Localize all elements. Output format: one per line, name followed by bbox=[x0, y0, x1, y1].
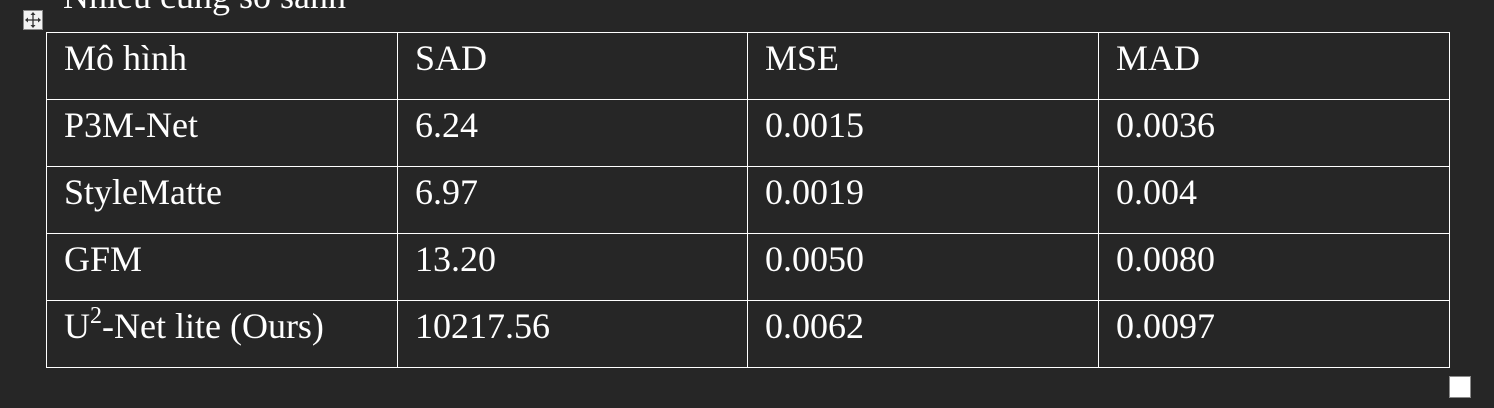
header-cell-sad[interactable]: SAD bbox=[397, 32, 748, 100]
table-row: P3M-Net 6.24 0.0015 0.0036 bbox=[46, 99, 1450, 167]
cell-mad[interactable]: 0.0080 bbox=[1098, 233, 1450, 301]
cell-model[interactable]: P3M-Net bbox=[46, 99, 398, 167]
header-cell-mad[interactable]: MAD bbox=[1098, 32, 1450, 100]
table-row: StyleMatte 6.97 0.0019 0.004 bbox=[46, 166, 1450, 234]
header-cell-model[interactable]: Mô hình bbox=[46, 32, 398, 100]
cell-mse[interactable]: 0.0050 bbox=[747, 233, 1099, 301]
model-superscript: 2 bbox=[90, 303, 102, 329]
cell-mad[interactable]: 0.0036 bbox=[1098, 99, 1450, 167]
table-resize-handle-icon[interactable] bbox=[1449, 376, 1471, 398]
move-arrows-icon bbox=[25, 12, 41, 28]
cell-mad[interactable]: 0.0097 bbox=[1098, 300, 1450, 368]
cell-sad[interactable]: 10217.56 bbox=[397, 300, 748, 368]
table-header-row: Mô hình SAD MSE MAD bbox=[46, 32, 1450, 100]
cell-mse[interactable]: 0.0015 bbox=[747, 99, 1099, 167]
table-move-handle-icon[interactable] bbox=[23, 10, 43, 30]
model-suffix: -Net lite (Ours) bbox=[102, 306, 324, 346]
model-prefix: U bbox=[64, 306, 90, 346]
caption-fragment: Nhiễu cũng số sánh bbox=[63, 0, 346, 14]
cell-mse[interactable]: 0.0062 bbox=[747, 300, 1099, 368]
cell-sad[interactable]: 6.24 bbox=[397, 99, 748, 167]
cell-model[interactable]: GFM bbox=[46, 233, 398, 301]
table-row: U2-Net lite (Ours) 10217.56 0.0062 0.009… bbox=[46, 300, 1450, 368]
cell-model[interactable]: StyleMatte bbox=[46, 166, 398, 234]
cell-sad[interactable]: 6.97 bbox=[397, 166, 748, 234]
cell-sad[interactable]: 13.20 bbox=[397, 233, 748, 301]
cell-mse[interactable]: 0.0019 bbox=[747, 166, 1099, 234]
comparison-table: Mô hình SAD MSE MAD P3M-Net 6.24 0.0015 … bbox=[46, 32, 1450, 368]
cell-model[interactable]: U2-Net lite (Ours) bbox=[46, 300, 398, 368]
cell-mad[interactable]: 0.004 bbox=[1098, 166, 1450, 234]
header-cell-mse[interactable]: MSE bbox=[747, 32, 1099, 100]
table-row: GFM 13.20 0.0050 0.0080 bbox=[46, 233, 1450, 301]
